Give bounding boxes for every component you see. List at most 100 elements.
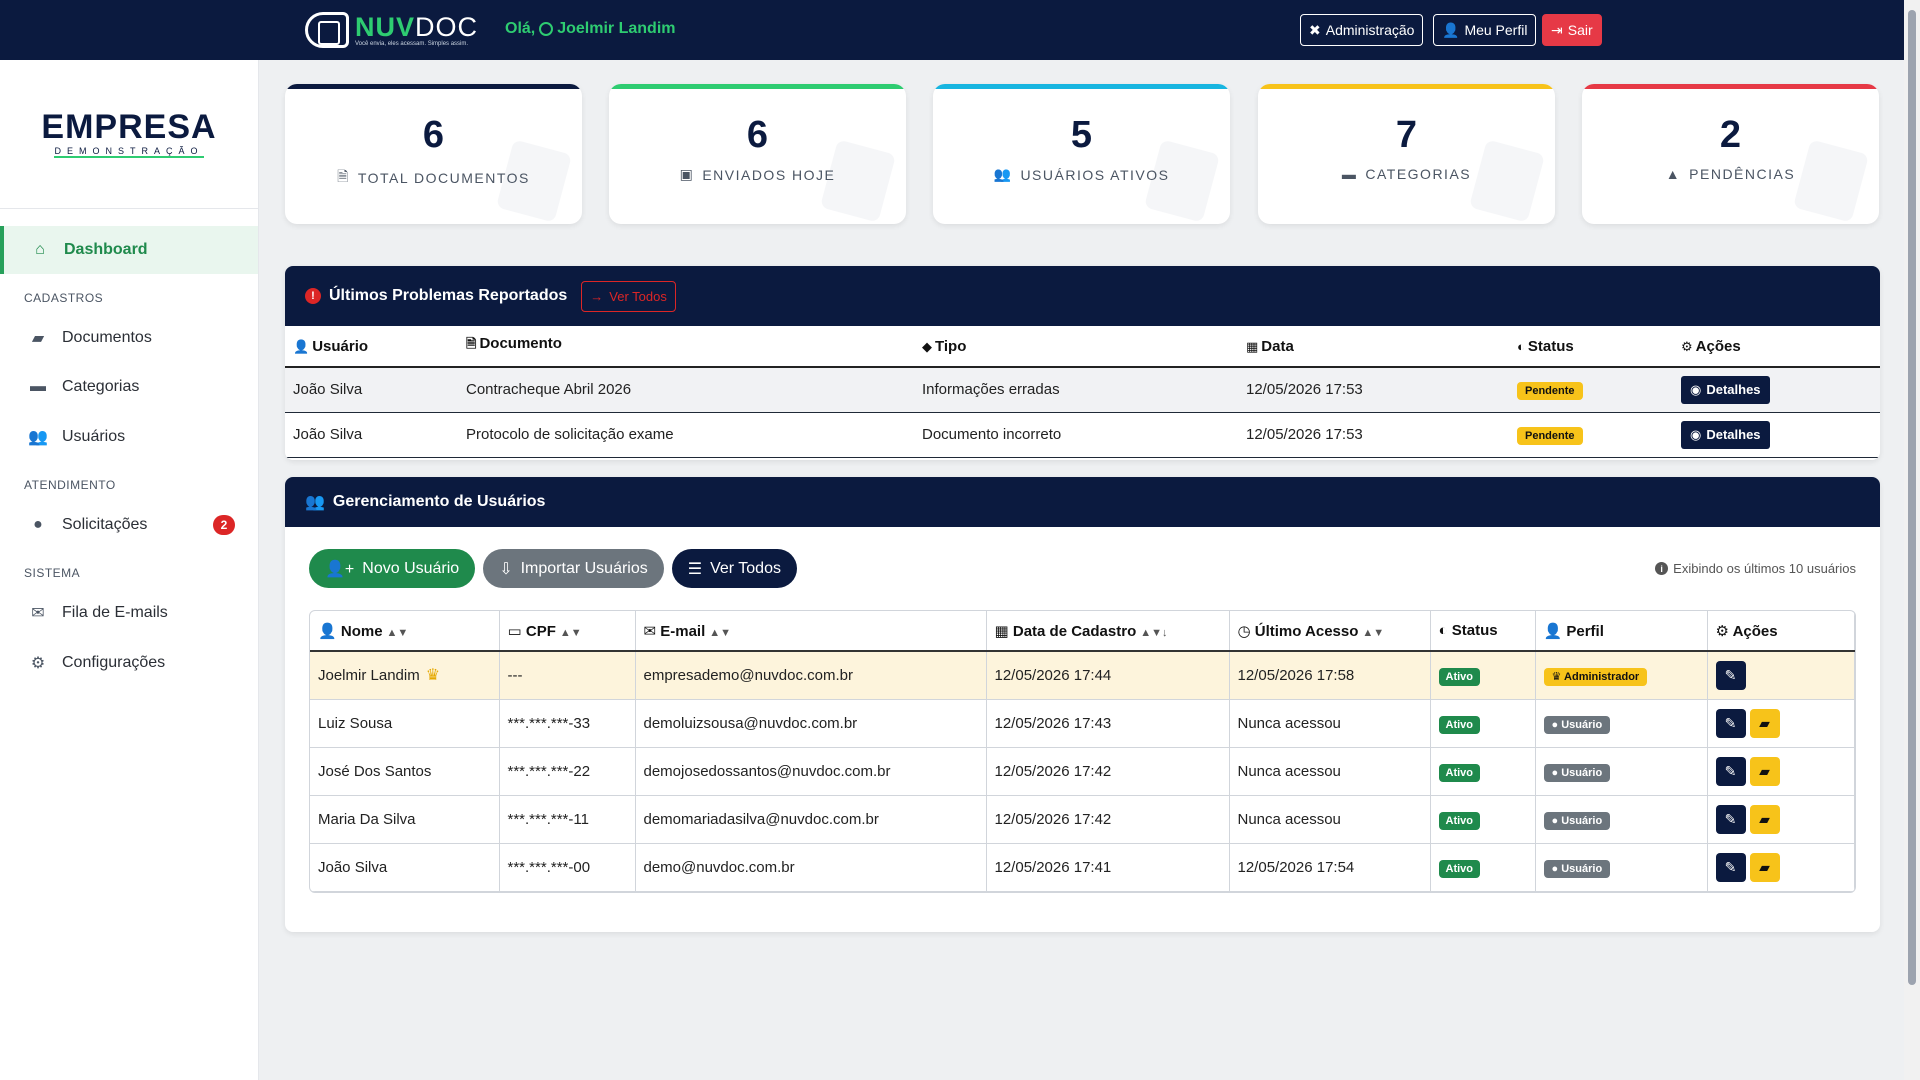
documents-folder-button[interactable]: ▰	[1749, 852, 1780, 882]
folder-open-icon: ▰	[1759, 762, 1770, 779]
documents-folder-button[interactable]: ▰	[1749, 708, 1780, 738]
cell-last-access: Nunca acessou	[1229, 795, 1431, 844]
stat-card-usuarios-ativos: 5 👥 USUÁRIOS ATIVOS	[933, 84, 1230, 224]
edit-button[interactable]: ✎	[1715, 852, 1746, 882]
eye-icon: ◉	[1690, 381, 1702, 397]
cogs-icon: ⚙	[1715, 622, 1729, 640]
sidebar-item-label: Configurações	[62, 654, 166, 671]
cell-name: João Silva	[310, 843, 500, 892]
cell-cpf: ---	[499, 651, 636, 700]
table-row: Joelmir Landim ♛ --- empresademo@nuvdoc.c…	[310, 651, 1855, 700]
stat-card-accent	[1258, 84, 1555, 89]
cell-name: Maria Da Silva	[310, 795, 500, 844]
edit-icon: ✎	[1724, 810, 1737, 827]
import-users-button[interactable]: ⇩ Importar Usuários	[483, 549, 664, 588]
eye-icon: ◉	[1690, 426, 1702, 442]
scrollbar-thumb[interactable]	[1908, 10, 1916, 985]
mail-bulk-icon: ✉	[31, 605, 45, 622]
sort-desc-icon: ▲▼↓	[1140, 626, 1168, 639]
logout-label: Sair	[1567, 22, 1593, 38]
greeting-username: Joelmir Landim	[557, 20, 676, 37]
col-data: ▦ Data	[1238, 326, 1509, 368]
calendar-icon: ▦	[994, 622, 1009, 640]
cell-created: 12/05/2026 17:41	[986, 843, 1230, 892]
col-email[interactable]: ✉ E-mail ▲▼	[635, 611, 987, 652]
sort-icon: ▲▼	[386, 626, 409, 639]
col-cpf[interactable]: ▭ CPF ▲▼	[499, 611, 636, 652]
sidebar-item-categorias[interactable]: ▬ Categorias	[0, 363, 258, 411]
col-status: ◐ Status	[1509, 326, 1673, 368]
sidebar-item-fila-emails[interactable]: ✉ Fila de E-mails	[0, 589, 258, 637]
table-row: José Dos Santos ***.***.***-22 demojosed…	[310, 747, 1855, 796]
see-all-label: Ver Todos	[609, 288, 667, 304]
user-edit-icon: 👤	[1442, 21, 1460, 38]
sidebar-item-label: Categorias	[62, 378, 140, 395]
col-perfil: 👤 Perfil	[1535, 611, 1708, 652]
see-all-users-button[interactable]: ☰ Ver Todos	[671, 549, 797, 588]
status-badge: Ativo	[1438, 763, 1480, 782]
new-user-button[interactable]: 👤+ Novo Usuário	[309, 549, 476, 588]
cell-document: Protocolo de solicitação exame	[458, 412, 914, 458]
sidebar-item-documentos[interactable]: ▰ Documentos	[0, 314, 258, 362]
page-scrollbar[interactable]	[1904, 0, 1920, 1080]
cell-last-access: 12/05/2026 17:54	[1229, 843, 1431, 892]
cell-date: 12/05/2026 17:53	[1238, 412, 1509, 458]
section-cadastros: CADASTROS	[24, 291, 104, 305]
documents-folder-button[interactable]: ▰	[1749, 804, 1780, 834]
my-profile-button[interactable]: 👤 Meu Perfil	[1433, 14, 1537, 46]
table-row: João Silva Contracheque Abril 2026 Infor…	[285, 367, 1880, 413]
nuvdoc-logo[interactable]: NUVDOC Você envia, eles acessam. Simples…	[305, 12, 478, 48]
sign-out-icon: ⇥	[1551, 21, 1563, 38]
col-label: Data de Cadastro	[1012, 622, 1137, 640]
section-sistema: SISTEMA	[24, 566, 81, 580]
col-nome[interactable]: 👤 Nome ▲▼	[310, 611, 500, 652]
problems-see-all-button[interactable]: → Ver Todos	[581, 280, 676, 312]
stat-value: 6	[422, 114, 445, 156]
sidebar-item-dashboard[interactable]: ⌂ Dashboard	[0, 226, 258, 274]
cell-created: 12/05/2026 17:42	[986, 747, 1230, 796]
info-circle-icon: i	[1655, 562, 1669, 575]
details-button[interactable]: ◉ Detalhes	[1681, 375, 1770, 404]
sidebar-item-label: Usuários	[62, 428, 126, 445]
users-title: Gerenciamento de Usuários	[332, 493, 546, 510]
col-label: Ações	[1732, 622, 1778, 640]
col-data-cadastro[interactable]: ▦ Data de Cadastro ▲▼↓	[986, 611, 1230, 652]
status-badge: Pendente	[1517, 382, 1583, 401]
cell-role: ● Usuário	[1535, 843, 1708, 892]
file-icon: 🗎	[337, 168, 350, 184]
stat-card-total-documentos: 6 🗎 TOTAL DOCUMENTOS	[285, 84, 582, 224]
cell-actions: ✎ ▰	[1707, 795, 1855, 844]
cell-status: Ativo	[1430, 795, 1536, 844]
cell-email: demoluizsousa@nuvdoc.com.br	[635, 699, 987, 748]
col-status: ◐ Status	[1430, 611, 1536, 652]
details-button[interactable]: ◉ Detalhes	[1681, 420, 1770, 449]
user-icon: ●	[1551, 718, 1559, 731]
edit-button[interactable]: ✎	[1715, 708, 1746, 738]
file-icon: 🗎	[466, 336, 477, 351]
col-tipo: ◆ Tipo	[914, 326, 1238, 368]
greeting-text: Olá,	[505, 20, 536, 37]
cell-cpf: ***.***.***-33	[499, 699, 636, 748]
crown-icon: ♛	[1551, 670, 1562, 683]
sidebar-item-configuracoes[interactable]: ⚙ Configurações	[0, 639, 258, 687]
sidebar-item-label: Documentos	[62, 329, 152, 346]
edit-icon: ✎	[1724, 858, 1737, 875]
edit-button[interactable]: ✎	[1715, 756, 1746, 786]
toggle-icon: ◐	[1517, 338, 1525, 354]
logout-button[interactable]: ⇥ Sair	[1542, 14, 1602, 46]
sidebar-item-usuarios[interactable]: 👥 Usuários	[0, 413, 258, 461]
cell-created: 12/05/2026 17:44	[986, 651, 1230, 700]
status-badge: Ativo	[1438, 667, 1480, 686]
cell-actions: ◉ Detalhes	[1673, 367, 1880, 413]
sort-icon: ▲▼	[709, 626, 732, 639]
admin-button[interactable]: ✖ Administração	[1300, 14, 1424, 46]
folder-icon: ▬	[30, 378, 46, 395]
documents-folder-button[interactable]: ▰	[1749, 756, 1780, 786]
edit-button[interactable]: ✎	[1715, 804, 1746, 834]
sidebar-item-solicitacoes[interactable]: ● Solicitações 2	[0, 501, 258, 549]
col-label: Status	[1451, 622, 1498, 639]
edit-button[interactable]: ✎	[1715, 660, 1746, 690]
col-ultimo-acesso[interactable]: ◷ Último Acesso ▲▼	[1229, 611, 1431, 652]
role-badge: ♛ Administrador	[1543, 667, 1648, 686]
sidebar-item-label: Solicitações	[62, 516, 148, 533]
